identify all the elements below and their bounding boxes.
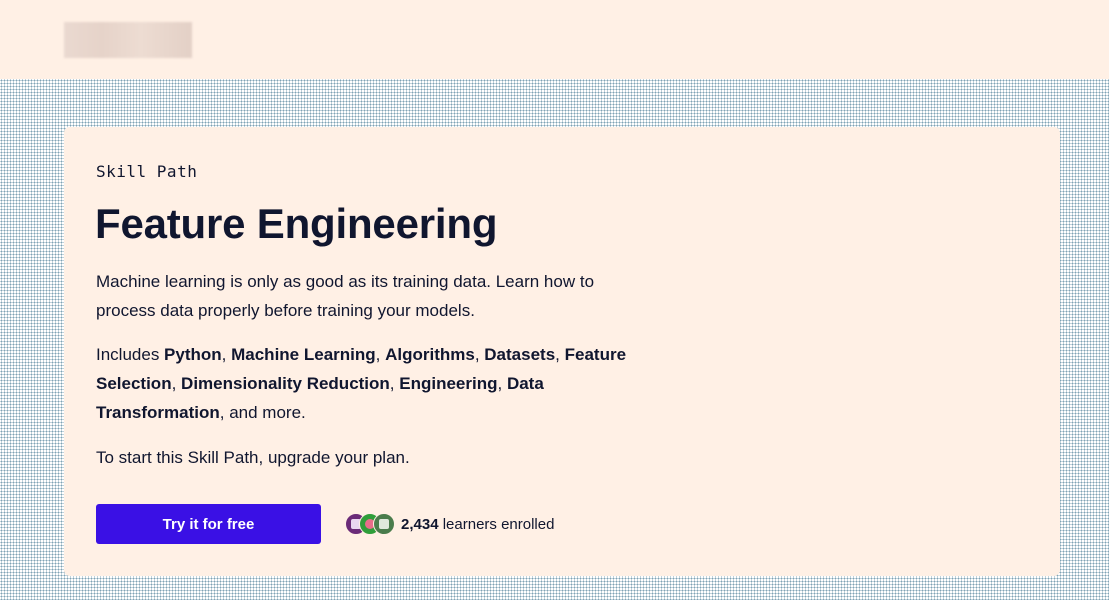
learners-label: learners enrolled — [438, 515, 555, 533]
include-item-python: Python — [164, 345, 222, 364]
eyebrow-label: Skill Path — [96, 162, 198, 181]
skill-path-card: Skill Path Feature Engineering Machine l… — [64, 127, 1060, 576]
learner-avatars — [345, 513, 395, 535]
top-bar — [0, 0, 1109, 79]
learners-count-text: 2,434 learners enrolled — [401, 516, 554, 533]
logo-image[interactable] — [64, 22, 192, 58]
learners-count: 2,434 — [401, 515, 439, 533]
description: Machine learning is only as good as its … — [96, 272, 595, 320]
include-item-engineering: Engineering — [399, 374, 498, 393]
includes-list: Includes Python, Machine Learning, Algor… — [96, 345, 627, 422]
includes-prefix: Includes — [96, 345, 165, 364]
include-item-datasets: Datasets — [484, 345, 556, 364]
includes-suffix: and more. — [224, 403, 306, 422]
upgrade-notice: To start this Skill Path, upgrade your p… — [96, 448, 410, 467]
page-title: Feature Engineering — [95, 200, 498, 247]
learners-enrolled: 2,434 learners enrolled — [345, 512, 554, 536]
avatar — [373, 513, 395, 535]
include-item-dimensionality-reduction: Dimensionality Reduction — [181, 374, 390, 393]
try-free-button[interactable]: Try it for free — [96, 504, 321, 544]
include-item-algorithms: Algorithms — [385, 345, 475, 364]
include-item-machine-learning: Machine Learning — [231, 345, 376, 364]
